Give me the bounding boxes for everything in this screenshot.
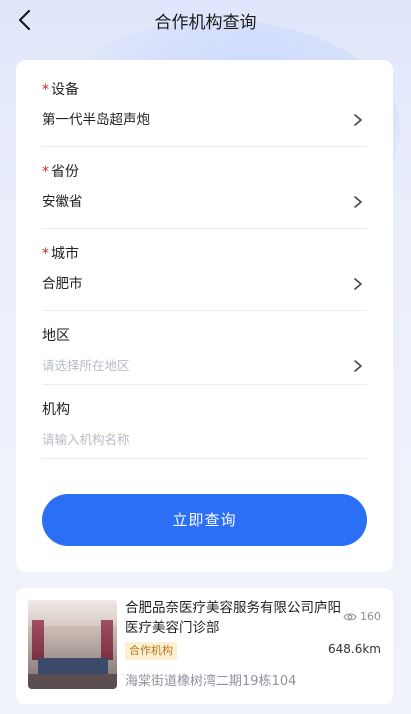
institution-label: 机构 (42, 402, 70, 418)
institution-input[interactable]: 请输入机构名称 (42, 429, 367, 451)
chevron-right-icon (354, 360, 362, 372)
institution-field[interactable]: 机构 请输入机构名称 (42, 400, 367, 459)
navigation-bar: 合作机构查询 (0, 0, 411, 40)
required-mark: * (42, 82, 49, 98)
chevron-right-icon (354, 196, 362, 208)
device-field[interactable]: * 设备 第一代半岛超声炮 (42, 80, 367, 147)
city-label: 城市 (51, 246, 79, 262)
region-select[interactable]: 请选择所在地区 (42, 355, 367, 377)
divider (42, 384, 367, 385)
search-form: * 设备 第一代半岛超声炮 * 省份 安徽省 * 城市 合肥市 地区 请选择所在地区 … (16, 60, 393, 572)
region-field[interactable]: 地区 请选择所在地区 (42, 326, 367, 385)
list-item[interactable]: 合肥品奈医疗美容服务有限公司庐阳医疗美容门诊部 160 合作机构 648.6km… (16, 588, 393, 704)
divider (42, 228, 367, 229)
required-mark: * (42, 164, 49, 180)
distance: 648.6km (328, 642, 381, 656)
institution-address: 海棠街道橡树湾二期19栋104 (125, 674, 297, 689)
chevron-right-icon (354, 278, 362, 290)
page-title: 合作机构查询 (154, 13, 257, 33)
chevron-right-icon (354, 114, 362, 126)
institution-photo (28, 600, 117, 689)
province-label: 省份 (51, 164, 79, 180)
eye-icon (343, 612, 357, 621)
divider (42, 146, 367, 147)
query-button[interactable]: 立即查询 (42, 494, 367, 546)
divider (42, 458, 367, 459)
device-label: 设备 (51, 82, 79, 98)
province-value[interactable]: 安徽省 (42, 191, 367, 213)
province-field[interactable]: * 省份 安徽省 (42, 162, 367, 229)
divider (42, 310, 367, 311)
status-badge: 合作机构 (125, 642, 177, 660)
city-field[interactable]: * 城市 合肥市 (42, 244, 367, 311)
institution-name: 合肥品奈医疗美容服务有限公司庐阳医疗美容门诊部 (125, 600, 341, 636)
view-count: 160 (343, 610, 381, 623)
region-label: 地区 (42, 328, 70, 344)
required-mark: * (42, 246, 49, 262)
city-value[interactable]: 合肥市 (42, 273, 367, 295)
device-value[interactable]: 第一代半岛超声炮 (42, 109, 367, 131)
